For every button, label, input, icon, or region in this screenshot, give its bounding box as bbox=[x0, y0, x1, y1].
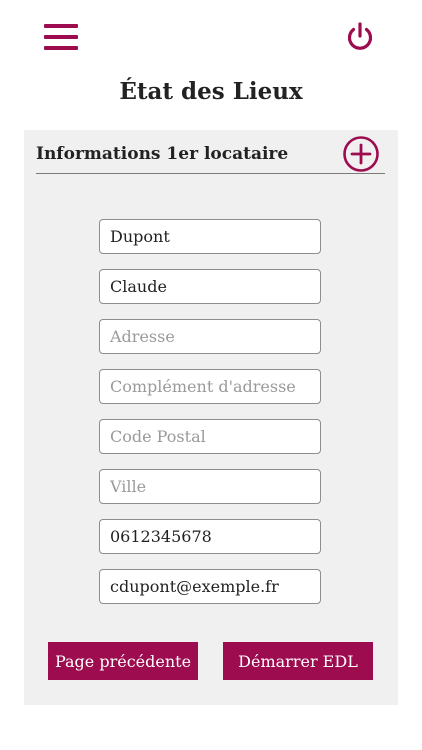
plus-circle-icon[interactable] bbox=[342, 135, 380, 173]
top-bar bbox=[0, 0, 422, 70]
first-name-field[interactable] bbox=[99, 269, 321, 304]
page-title: État des Lieux bbox=[119, 78, 303, 105]
previous-page-button[interactable]: Page précédente bbox=[48, 642, 198, 680]
postal-code-field[interactable] bbox=[99, 419, 321, 454]
email-field[interactable] bbox=[99, 569, 321, 604]
power-icon[interactable] bbox=[344, 21, 376, 53]
hamburger-menu-icon[interactable] bbox=[44, 24, 78, 50]
city-field[interactable] bbox=[99, 469, 321, 504]
section-title: Informations 1er locataire bbox=[36, 144, 289, 164]
phone-field[interactable] bbox=[99, 519, 321, 554]
section-divider bbox=[36, 173, 385, 174]
address-field[interactable] bbox=[99, 319, 321, 354]
tenant-info-panel: Informations 1er locataire Page précéden… bbox=[24, 130, 398, 705]
address-complement-field[interactable] bbox=[99, 369, 321, 404]
start-edl-button[interactable]: Démarrer EDL bbox=[223, 642, 373, 680]
last-name-field[interactable] bbox=[99, 219, 321, 254]
